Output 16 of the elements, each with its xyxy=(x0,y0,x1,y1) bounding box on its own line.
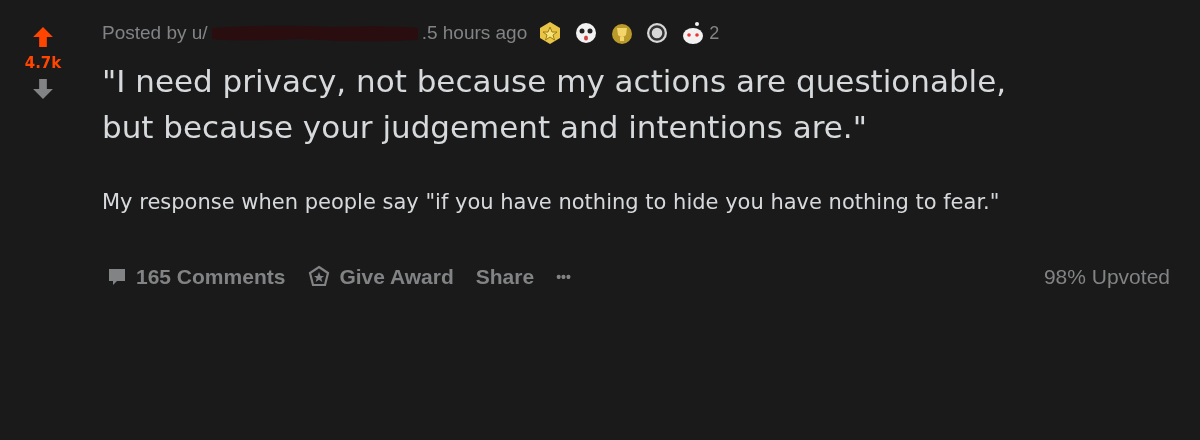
downvote-icon[interactable] xyxy=(32,78,54,100)
comment-icon xyxy=(106,266,128,288)
upvote-icon[interactable] xyxy=(32,26,54,48)
give-award-button[interactable]: Give Award xyxy=(303,261,458,293)
posted-by-label: Posted by u/ xyxy=(102,22,208,44)
timestamp: .5 hours ago xyxy=(421,22,528,44)
post-body: My response when people say "if you have nothing to hide you have nothing to fear." xyxy=(102,189,1001,216)
comments-button[interactable]: 165 Comments xyxy=(102,261,290,293)
post-title[interactable]: "I need privacy, not because my actions are questionable, but because your judgement and intentions are." xyxy=(102,58,1062,150)
upvote-ratio: 98% Upvoted xyxy=(1043,265,1170,289)
more-button[interactable]: ••• xyxy=(552,265,575,289)
coin-icon xyxy=(645,21,670,45)
share-button[interactable]: Share xyxy=(471,261,539,293)
award-count: 2 xyxy=(709,22,720,44)
award-icon xyxy=(307,265,332,289)
vote-count: 4.7k xyxy=(24,54,62,72)
